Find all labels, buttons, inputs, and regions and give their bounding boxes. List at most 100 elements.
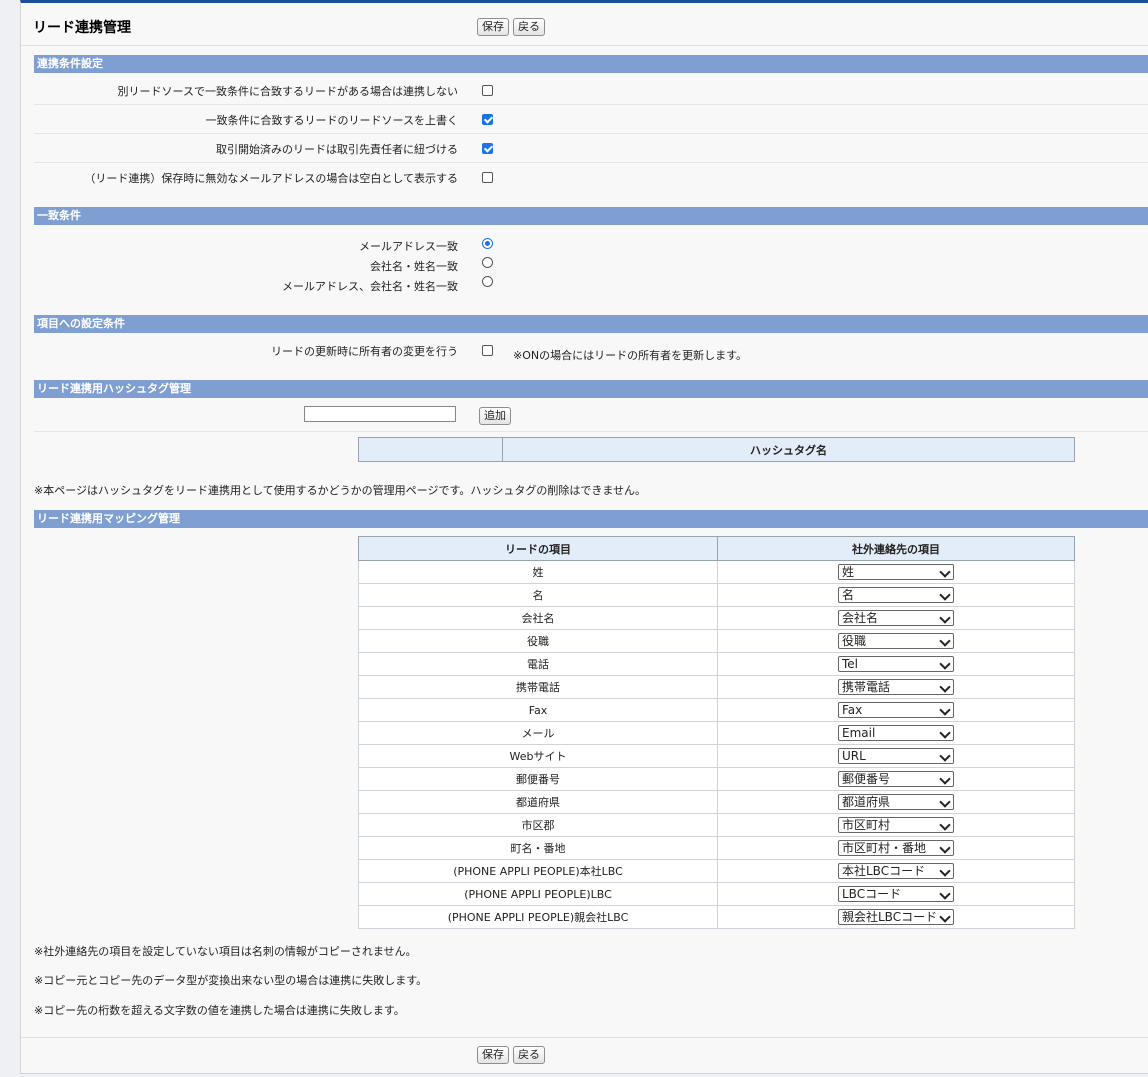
mapping-lead-field: 電話 bbox=[358, 652, 718, 676]
mapping-contact-select[interactable]: 市区町村・番地 bbox=[838, 840, 954, 856]
mapping-row: 電話 Tel bbox=[358, 652, 1075, 676]
mapping-contact-cell: 本社LBCコード bbox=[717, 859, 1075, 883]
match-option-radio-2[interactable] bbox=[482, 257, 493, 268]
section-link-conditions-header: 連携条件設定 bbox=[34, 55, 1148, 73]
mapping-contact-cell: URL bbox=[717, 744, 1075, 768]
back-button-top[interactable]: 戻る bbox=[513, 18, 545, 36]
mapping-contact-select[interactable]: 都道府県 bbox=[838, 794, 954, 810]
match-option-label-1: メールアドレス一致 bbox=[359, 240, 458, 253]
mapping-contact-cell: 市区町村・番地 bbox=[717, 836, 1075, 860]
mapping-row: 携帯電話 携帯電話 bbox=[358, 675, 1075, 699]
mapping-lead-field: 都道府県 bbox=[358, 790, 718, 814]
link-condition-checkbox-2[interactable] bbox=[482, 114, 493, 125]
match-option-radio-1[interactable] bbox=[482, 238, 493, 249]
hashtag-table: ハッシュタグ名 bbox=[358, 437, 1075, 462]
chevron-down-icon bbox=[939, 589, 951, 601]
match-option-label-3: メールアドレス、会社名・姓名一致 bbox=[282, 280, 458, 293]
mapping-contact-select[interactable]: Email bbox=[838, 725, 954, 741]
chevron-down-icon bbox=[939, 727, 951, 739]
mapping-note-1: ※社外連絡先の項目を設定していない項目は名刺の情報がコピーされません。 bbox=[34, 945, 417, 958]
owner-change-note: ※ONの場合にはリードの所有者を更新します。 bbox=[513, 349, 748, 362]
hashtag-add-button[interactable]: 追加 bbox=[479, 407, 511, 425]
mapping-contact-select[interactable]: 会社名 bbox=[838, 610, 954, 626]
mapping-contact-select[interactable]: 名 bbox=[838, 587, 954, 603]
owner-change-label: リードの更新時に所有者の変更を行う bbox=[271, 345, 458, 358]
mapping-lead-field: Fax bbox=[358, 698, 718, 722]
chevron-down-icon bbox=[939, 796, 951, 808]
mapping-row: 名名 bbox=[358, 583, 1075, 607]
back-button-bottom[interactable]: 戻る bbox=[513, 1046, 545, 1064]
mapping-contact-value: 市区町村・番地 bbox=[842, 841, 927, 855]
mapping-contact-cell: Fax bbox=[717, 698, 1075, 722]
mapping-lead-field: 役職 bbox=[358, 629, 718, 653]
mapping-contact-value: 姓 bbox=[842, 565, 855, 579]
mapping-contact-cell: 市区町村 bbox=[717, 813, 1075, 837]
mapping-lead-field: (PHONE APPLI PEOPLE)親会社LBC bbox=[358, 905, 718, 929]
mapping-contact-cell: Tel bbox=[717, 652, 1075, 676]
mapping-table-body: 姓姓名名会社名 会社名 役職 役職 電話 Tel 携帯電話 携帯電話 Fax Fax メール Emai… bbox=[358, 560, 1075, 929]
mapping-note-2: ※コピー元とコピー先のデータ型が変換出来ない型の場合は連携に失敗します。 bbox=[34, 974, 428, 987]
row-divider bbox=[34, 162, 1148, 163]
section-field-settings-header: 項目への設定条件 bbox=[34, 315, 1148, 333]
owner-change-checkbox[interactable] bbox=[482, 345, 493, 356]
link-condition-label-3: 取引開始済みのリードは取引先責任者に紐づける bbox=[216, 143, 458, 156]
chevron-down-icon bbox=[939, 750, 951, 762]
mapping-lead-field: 携帯電話 bbox=[358, 675, 718, 699]
link-condition-label-2: 一致条件に合致するリードのリードソースを上書く bbox=[205, 114, 458, 127]
mapping-row: (PHONE APPLI PEOPLE)LBC LBCコード bbox=[358, 882, 1075, 906]
page-footer: 保存 戻る bbox=[21, 1037, 1148, 1074]
mapping-contact-select[interactable]: 本社LBCコード bbox=[838, 863, 954, 879]
mapping-row: 役職 役職 bbox=[358, 629, 1075, 653]
mapping-contact-cell: 姓 bbox=[717, 560, 1075, 584]
mapping-contact-value: 本社LBCコード bbox=[842, 864, 926, 878]
mapping-contact-select[interactable]: 市区町村 bbox=[838, 817, 954, 833]
link-condition-checkbox-4[interactable] bbox=[482, 172, 493, 183]
page-title: リード連携管理 bbox=[33, 20, 131, 36]
mapping-table: リードの項目 社外連絡先の項目 姓姓名名会社名 会社名 役職 役職 電話 Tel 携帯電話携… bbox=[358, 536, 1075, 929]
mapping-contact-value: Tel bbox=[842, 657, 859, 671]
chevron-down-icon bbox=[939, 612, 951, 624]
hashtag-input[interactable] bbox=[304, 406, 456, 422]
mapping-contact-value: 会社名 bbox=[842, 611, 879, 625]
mapping-contact-select[interactable]: 姓 bbox=[838, 564, 954, 580]
mapping-lead-field: (PHONE APPLI PEOPLE)LBC bbox=[358, 882, 718, 906]
mapping-row: 都道府県 都道府県 bbox=[358, 790, 1075, 814]
mapping-row: 町名・番地 市区町村・番地 bbox=[358, 836, 1075, 860]
section-hashtag-header: リード連携用ハッシュタグ管理 bbox=[34, 380, 1148, 398]
mapping-contact-select[interactable]: LBCコード bbox=[838, 886, 954, 902]
mapping-contact-select[interactable]: Tel bbox=[838, 656, 954, 672]
chevron-down-icon bbox=[939, 681, 951, 693]
save-button-top[interactable]: 保存 bbox=[477, 18, 509, 36]
link-condition-checkbox-3[interactable] bbox=[482, 143, 493, 154]
page-header: リード連携管理 保存 戻る bbox=[21, 3, 1148, 46]
mapping-contact-cell: 名 bbox=[717, 583, 1075, 607]
mapping-contact-cell: 役職 bbox=[717, 629, 1075, 653]
link-condition-label-4: （リード連携）保存時に無効なメールアドレスの場合は空白として表示する bbox=[84, 172, 458, 185]
mapping-contact-value: 役職 bbox=[842, 634, 867, 648]
mapping-lead-field: 姓 bbox=[358, 560, 718, 584]
chevron-down-icon bbox=[939, 635, 951, 647]
mapping-contact-value: 都道府県 bbox=[842, 795, 891, 809]
main-panel: リード連携管理 保存 戻る 連携条件設定 別リードソースで一致条件に合致するリー… bbox=[20, 0, 1148, 1074]
chevron-down-icon bbox=[939, 865, 951, 877]
mapping-lead-field: (PHONE APPLI PEOPLE)本社LBC bbox=[358, 859, 718, 883]
mapping-contact-select[interactable]: 郵便番号 bbox=[838, 771, 954, 787]
mapping-column-lead: リードの項目 bbox=[358, 536, 718, 561]
mapping-contact-select[interactable]: 役職 bbox=[838, 633, 954, 649]
mapping-contact-cell: 都道府県 bbox=[717, 790, 1075, 814]
mapping-contact-select[interactable]: Fax bbox=[838, 702, 954, 718]
mapping-contact-cell: 会社名 bbox=[717, 606, 1075, 630]
mapping-contact-select[interactable]: 親会社LBCコード bbox=[838, 909, 954, 925]
chevron-down-icon bbox=[939, 842, 951, 854]
match-option-radio-3[interactable] bbox=[482, 276, 493, 287]
link-condition-checkbox-1[interactable] bbox=[482, 85, 493, 96]
save-button-bottom[interactable]: 保存 bbox=[477, 1046, 509, 1064]
row-divider bbox=[34, 431, 1148, 432]
mapping-lead-field: Webサイト bbox=[358, 744, 718, 768]
section-match-conditions-header: 一致条件 bbox=[34, 207, 1148, 225]
mapping-row: メール Email bbox=[358, 721, 1075, 745]
mapping-contact-select[interactable]: 携帯電話 bbox=[838, 679, 954, 695]
mapping-lead-field: 会社名 bbox=[358, 606, 718, 630]
mapping-contact-select[interactable]: URL bbox=[838, 748, 954, 764]
mapping-lead-field: メール bbox=[358, 721, 718, 745]
